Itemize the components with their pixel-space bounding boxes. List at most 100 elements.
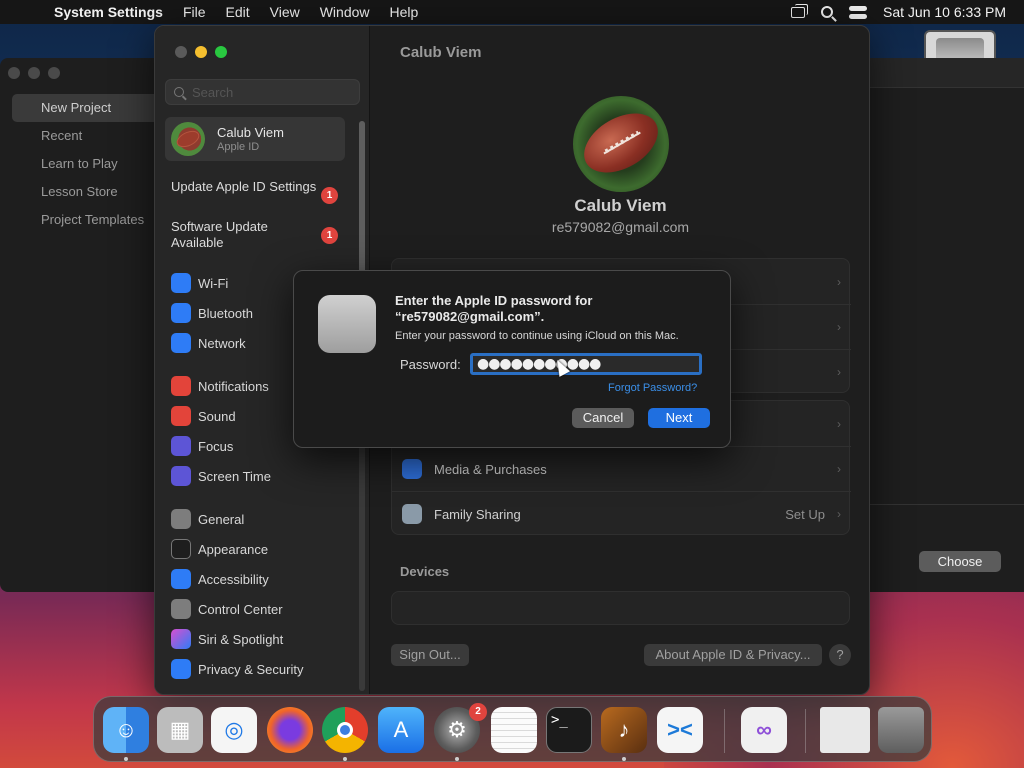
devices-group: [391, 591, 850, 625]
network-icon: [171, 333, 191, 353]
dialog-title: Enter the Apple ID password for “re57908…: [395, 293, 593, 324]
visual-studio-icon[interactable]: ∞: [741, 707, 787, 753]
app-store-icon[interactable]: A: [378, 707, 424, 753]
account-name: Calub Viem: [217, 125, 284, 140]
zoom-button[interactable]: [215, 46, 227, 58]
dialog-message: Enter your password to continue using iC…: [395, 330, 679, 342]
garageband-icon[interactable]: ♪: [601, 707, 647, 753]
help-button[interactable]: ?: [829, 644, 851, 666]
search-field[interactable]: [165, 79, 360, 105]
sidebar-item-control-center[interactable]: Control Center: [171, 598, 283, 620]
sidebar-scroll-thumb[interactable]: [359, 121, 365, 281]
sign-out-button[interactable]: Sign Out...: [391, 644, 469, 666]
sidebar-item-sound[interactable]: Sound: [171, 405, 236, 427]
downloads-stack-icon[interactable]: [820, 707, 870, 753]
sidebar-item-notifications[interactable]: Notifications: [171, 375, 269, 397]
menu-window[interactable]: Window: [310, 4, 380, 20]
running-indicator: [455, 757, 459, 761]
sidebar-item-siri-spotlight[interactable]: Siri & Spotlight: [171, 628, 283, 650]
cancel-button[interactable]: Cancel: [572, 408, 634, 428]
about-apple-id-button[interactable]: About Apple ID & Privacy...: [644, 644, 822, 666]
chrome-icon[interactable]: [322, 707, 368, 753]
account-subtitle: Apple ID: [217, 141, 260, 153]
screen-time-icon: [171, 466, 191, 486]
project-list: New Project Recent Learn to Play Lesson …: [12, 94, 160, 234]
password-dialog: Enter the Apple ID password for “re57908…: [293, 270, 731, 448]
menu-edit[interactable]: Edit: [216, 4, 260, 20]
vscode-icon[interactable]: ><: [657, 707, 703, 753]
general-icon: [171, 509, 191, 529]
sidebar-item-accessibility[interactable]: Accessibility: [171, 568, 269, 590]
siri-icon: [171, 629, 191, 649]
notification-badge: 2: [469, 703, 487, 721]
notification-badge: 1: [321, 187, 338, 204]
project-list-item[interactable]: Learn to Play: [12, 150, 160, 178]
family-sharing-setup: Set Up: [785, 506, 825, 522]
search-icon: [174, 87, 184, 97]
menu-app-name[interactable]: System Settings: [52, 4, 173, 20]
chevron-right-icon: ›: [837, 507, 841, 521]
menu-file[interactable]: File: [173, 4, 216, 20]
sidebar-item-network[interactable]: Network: [171, 332, 246, 354]
launchpad-icon[interactable]: ▦: [157, 707, 203, 753]
chevron-right-icon: ›: [837, 320, 841, 334]
terminal-icon[interactable]: >_: [546, 707, 592, 753]
apple-id-account[interactable]: Calub Viem Apple ID: [165, 117, 345, 161]
running-indicator: [343, 757, 347, 761]
background-window: New Project Recent Learn to Play Lesson …: [0, 58, 160, 592]
wifi-icon: [171, 273, 191, 293]
row-media-purchases[interactable]: Media & Purchases ›: [392, 446, 851, 491]
sidebar-item-focus[interactable]: Focus: [171, 435, 233, 457]
bluetooth-icon: [171, 303, 191, 323]
profile-picture[interactable]: [573, 96, 669, 192]
control-center-icon[interactable]: [849, 5, 868, 19]
project-list-item[interactable]: New Project: [12, 94, 160, 122]
page-title: Calub Viem: [400, 44, 482, 61]
password-field[interactable]: [470, 353, 702, 375]
appearance-icon: [171, 539, 191, 559]
forgot-password-link[interactable]: Forgot Password?: [608, 382, 697, 394]
finder-icon[interactable]: ☺: [103, 707, 149, 753]
firefox-icon[interactable]: [267, 707, 313, 753]
family-sharing-icon: [402, 504, 422, 524]
sidebar-item-privacy-security[interactable]: Privacy & Security: [171, 658, 303, 680]
menu-view[interactable]: View: [260, 4, 310, 20]
search-input[interactable]: [192, 83, 352, 101]
sidebar-item-appearance[interactable]: Appearance: [171, 538, 268, 560]
apple-logo-icon: [318, 295, 376, 353]
accessibility-icon: [171, 569, 191, 589]
safari-icon[interactable]: ◎: [211, 707, 257, 753]
spotlight-search-icon[interactable]: [821, 6, 834, 18]
sidebar-item-bluetooth[interactable]: Bluetooth: [171, 302, 253, 324]
background-window-controls: [8, 67, 60, 79]
control-center-icon: [171, 599, 191, 619]
background-window-right: Choose: [868, 58, 1024, 592]
screen-mirroring-icon[interactable]: [791, 3, 809, 18]
menu-help[interactable]: Help: [380, 4, 429, 20]
running-indicator: [124, 757, 128, 761]
notice-update-apple-id[interactable]: Update Apple ID Settings: [171, 179, 321, 195]
trash-icon[interactable]: [878, 707, 924, 753]
menu-clock[interactable]: Sat Jun 10 6:33 PM: [883, 4, 1006, 20]
running-indicator: [622, 757, 626, 761]
next-button[interactable]: Next: [648, 408, 710, 428]
row-family-sharing[interactable]: Family Sharing Set Up ›: [392, 491, 851, 536]
choose-button[interactable]: Choose: [919, 551, 1001, 572]
project-list-item[interactable]: Lesson Store: [12, 178, 160, 206]
sidebar-item-screen-time[interactable]: Screen Time: [171, 465, 271, 487]
close-button[interactable]: [175, 46, 187, 58]
sidebar-item-general[interactable]: General: [171, 508, 244, 530]
profile-name: Calub Viem: [574, 196, 667, 215]
profile-email: re579082@gmail.com: [551, 219, 690, 235]
textedit-icon[interactable]: [491, 707, 537, 753]
notice-software-update[interactable]: Software Update Available: [171, 219, 321, 251]
chevron-right-icon: ›: [837, 274, 841, 289]
sidebar-item-wifi[interactable]: Wi-Fi: [171, 272, 228, 294]
privacy-icon: [171, 659, 191, 679]
project-list-item[interactable]: Project Templates: [12, 206, 160, 234]
menu-bar: System Settings File Edit View Window He…: [0, 0, 1024, 24]
avatar: [171, 122, 205, 156]
focus-icon: [171, 436, 191, 456]
minimize-button[interactable]: [195, 46, 207, 58]
project-list-item[interactable]: Recent: [12, 122, 160, 150]
